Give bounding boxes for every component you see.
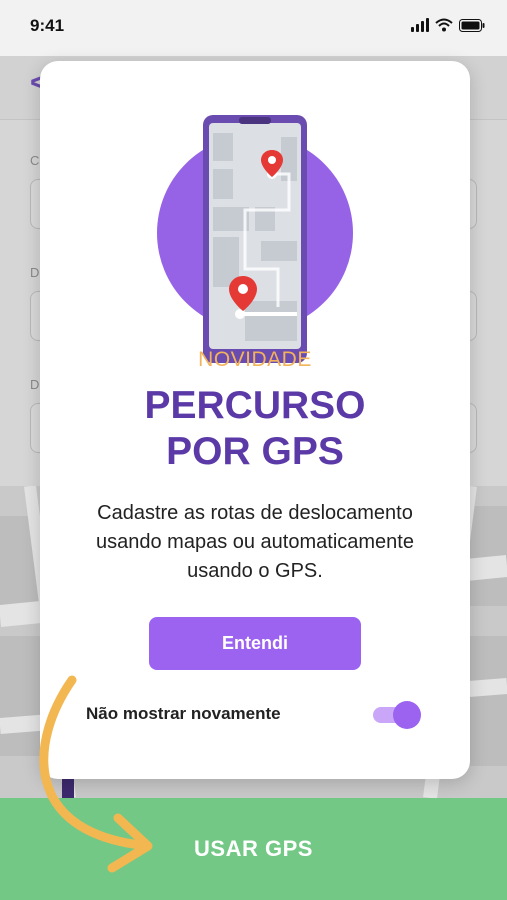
modal-title: PERCURSO POR GPS [40, 383, 470, 475]
status-time: 9:41 [30, 16, 65, 35]
title-line: POR GPS [166, 430, 344, 473]
feature-announcement-modal: NOVIDADE PERCURSO POR GPS Cadastre as ro… [40, 61, 470, 779]
signal-icon [411, 18, 429, 32]
use-gps-button[interactable]: USAR GPS [0, 798, 507, 900]
eyebrow-label: NOVIDADE [198, 348, 312, 371]
status-icons [411, 18, 485, 32]
status-bar: 9:41 [0, 0, 507, 56]
wifi-icon [435, 18, 453, 32]
field-label: D [30, 377, 40, 392]
battery-icon [459, 18, 485, 32]
field-label: C [30, 153, 40, 168]
phone-map-illustration [157, 115, 353, 363]
field-label: D [30, 265, 40, 280]
dont-show-again-label: Não mostrar novamente [86, 704, 281, 723]
dont-show-again-toggle[interactable] [371, 701, 421, 729]
toggle-knob [393, 701, 421, 729]
title-line: PERCURSO [144, 384, 366, 427]
understood-button[interactable]: Entendi [149, 617, 361, 670]
use-gps-label: USAR GPS [194, 836, 313, 861]
modal-description: Cadastre as rotas de deslocamento usando… [96, 502, 414, 582]
